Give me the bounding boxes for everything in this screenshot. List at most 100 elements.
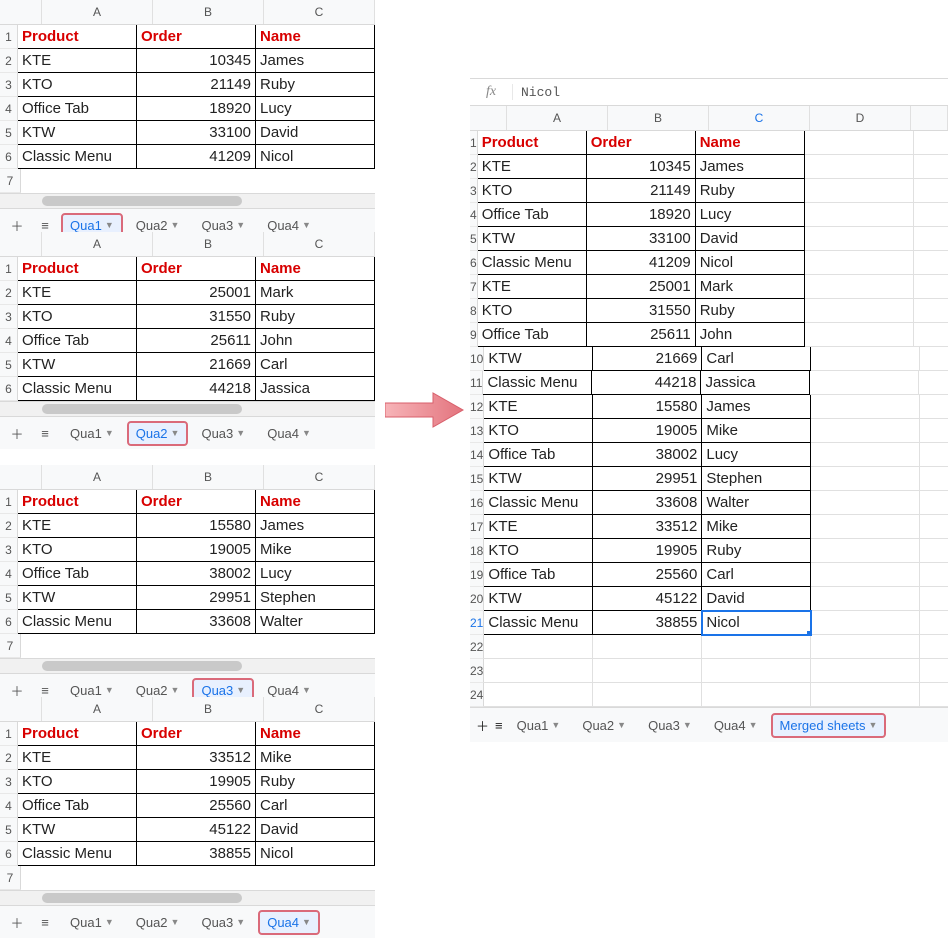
- cell[interactable]: Classic Menu: [18, 145, 137, 169]
- cell[interactable]: David: [696, 227, 805, 251]
- cell[interactable]: Mike: [256, 746, 375, 770]
- cell[interactable]: [702, 683, 811, 707]
- row-header[interactable]: 5: [470, 227, 478, 251]
- cell[interactable]: Classic Menu: [483, 371, 592, 395]
- all-sheets-button[interactable]: ≡: [34, 911, 56, 933]
- cell[interactable]: [920, 515, 948, 539]
- sheet-tab-Qua1[interactable]: Qua1▼: [509, 714, 569, 737]
- col-header-B[interactable]: B: [153, 232, 264, 256]
- cell[interactable]: KTE: [478, 275, 587, 299]
- cell[interactable]: [257, 634, 375, 658]
- cell[interactable]: Product: [18, 490, 137, 514]
- cell[interactable]: [484, 683, 593, 707]
- row-header[interactable]: 18: [470, 539, 484, 563]
- cell[interactable]: [920, 347, 948, 371]
- cell[interactable]: James: [256, 514, 375, 538]
- cell[interactable]: James: [702, 395, 811, 419]
- cell[interactable]: [805, 227, 914, 251]
- cell[interactable]: [805, 155, 914, 179]
- cell[interactable]: 38855: [593, 611, 702, 635]
- row-header[interactable]: 2: [0, 281, 18, 305]
- cell[interactable]: David: [702, 587, 811, 611]
- all-sheets-button[interactable]: ≡: [34, 422, 56, 444]
- cell[interactable]: Ruby: [256, 770, 375, 794]
- cell[interactable]: [920, 611, 948, 635]
- col-header-A[interactable]: A: [42, 697, 153, 721]
- row-header[interactable]: 7: [0, 169, 21, 193]
- cell[interactable]: 10345: [137, 49, 256, 73]
- cell[interactable]: 25611: [137, 329, 256, 353]
- cell[interactable]: 38002: [593, 443, 702, 467]
- cell[interactable]: [914, 179, 948, 203]
- cell[interactable]: James: [256, 49, 375, 73]
- cell[interactable]: [593, 659, 702, 683]
- cell[interactable]: [914, 251, 948, 275]
- cell[interactable]: Ruby: [256, 73, 375, 97]
- col-header-extra[interactable]: [911, 106, 948, 130]
- sheet-tab-Qua1[interactable]: Qua1▼: [62, 422, 122, 445]
- cell[interactable]: Office Tab: [484, 443, 593, 467]
- row-header[interactable]: 5: [0, 353, 18, 377]
- cell[interactable]: [811, 587, 920, 611]
- row-header[interactable]: 7: [0, 634, 21, 658]
- cell[interactable]: Lucy: [256, 562, 375, 586]
- cell[interactable]: [919, 371, 948, 395]
- cell[interactable]: [593, 635, 702, 659]
- cell[interactable]: [805, 203, 914, 227]
- cell[interactable]: Walter: [256, 610, 375, 634]
- cell[interactable]: 25560: [593, 563, 702, 587]
- cell[interactable]: [593, 683, 702, 707]
- cell[interactable]: [914, 155, 948, 179]
- cell[interactable]: KTO: [484, 419, 593, 443]
- cell[interactable]: KTW: [484, 587, 593, 611]
- cell[interactable]: [139, 634, 257, 658]
- cell[interactable]: 19905: [593, 539, 702, 563]
- cell[interactable]: [920, 683, 948, 707]
- cell[interactable]: [139, 866, 257, 890]
- row-header[interactable]: 16: [470, 491, 484, 515]
- cell[interactable]: [920, 659, 948, 683]
- cell[interactable]: [805, 299, 914, 323]
- cell[interactable]: [920, 635, 948, 659]
- cell[interactable]: 41209: [587, 251, 696, 275]
- cell[interactable]: Office Tab: [484, 563, 593, 587]
- cell[interactable]: Jassica: [256, 377, 375, 401]
- cell[interactable]: [811, 563, 920, 587]
- cell[interactable]: Classic Menu: [478, 251, 587, 275]
- cell[interactable]: [811, 539, 920, 563]
- cell[interactable]: [920, 443, 948, 467]
- scrollbar-thumb[interactable]: [42, 404, 242, 414]
- horizontal-scrollbar[interactable]: [0, 193, 375, 208]
- cell[interactable]: 19005: [137, 538, 256, 562]
- col-header-C[interactable]: C: [709, 106, 810, 130]
- cell[interactable]: KTO: [18, 538, 137, 562]
- cell[interactable]: KTE: [18, 281, 137, 305]
- cell[interactable]: Nicol: [702, 611, 811, 635]
- row-header[interactable]: 6: [0, 842, 18, 866]
- row-header[interactable]: 1: [0, 25, 18, 49]
- cell[interactable]: [21, 169, 139, 193]
- cell[interactable]: Name: [256, 257, 375, 281]
- cell[interactable]: KTE: [484, 515, 593, 539]
- cell[interactable]: Lucy: [702, 443, 811, 467]
- cell[interactable]: [811, 395, 920, 419]
- col-header-A[interactable]: A: [507, 106, 608, 130]
- row-header[interactable]: 4: [470, 203, 478, 227]
- cell[interactable]: Carl: [256, 353, 375, 377]
- cell[interactable]: KTW: [18, 353, 137, 377]
- row-header[interactable]: 11: [470, 371, 483, 395]
- cell[interactable]: Ruby: [702, 539, 811, 563]
- cell[interactable]: [811, 491, 920, 515]
- cell[interactable]: 31550: [587, 299, 696, 323]
- cell[interactable]: KTO: [18, 770, 137, 794]
- cell[interactable]: 33512: [593, 515, 702, 539]
- cell[interactable]: 33100: [137, 121, 256, 145]
- cell[interactable]: Product: [18, 257, 137, 281]
- col-header-B[interactable]: B: [153, 697, 264, 721]
- cell[interactable]: 25611: [587, 323, 696, 347]
- row-header[interactable]: 5: [0, 818, 18, 842]
- cell[interactable]: Lucy: [256, 97, 375, 121]
- sheet-tab-Qua4[interactable]: Qua4▼: [259, 422, 319, 445]
- cell[interactable]: KTO: [484, 539, 593, 563]
- cell[interactable]: KTE: [484, 395, 593, 419]
